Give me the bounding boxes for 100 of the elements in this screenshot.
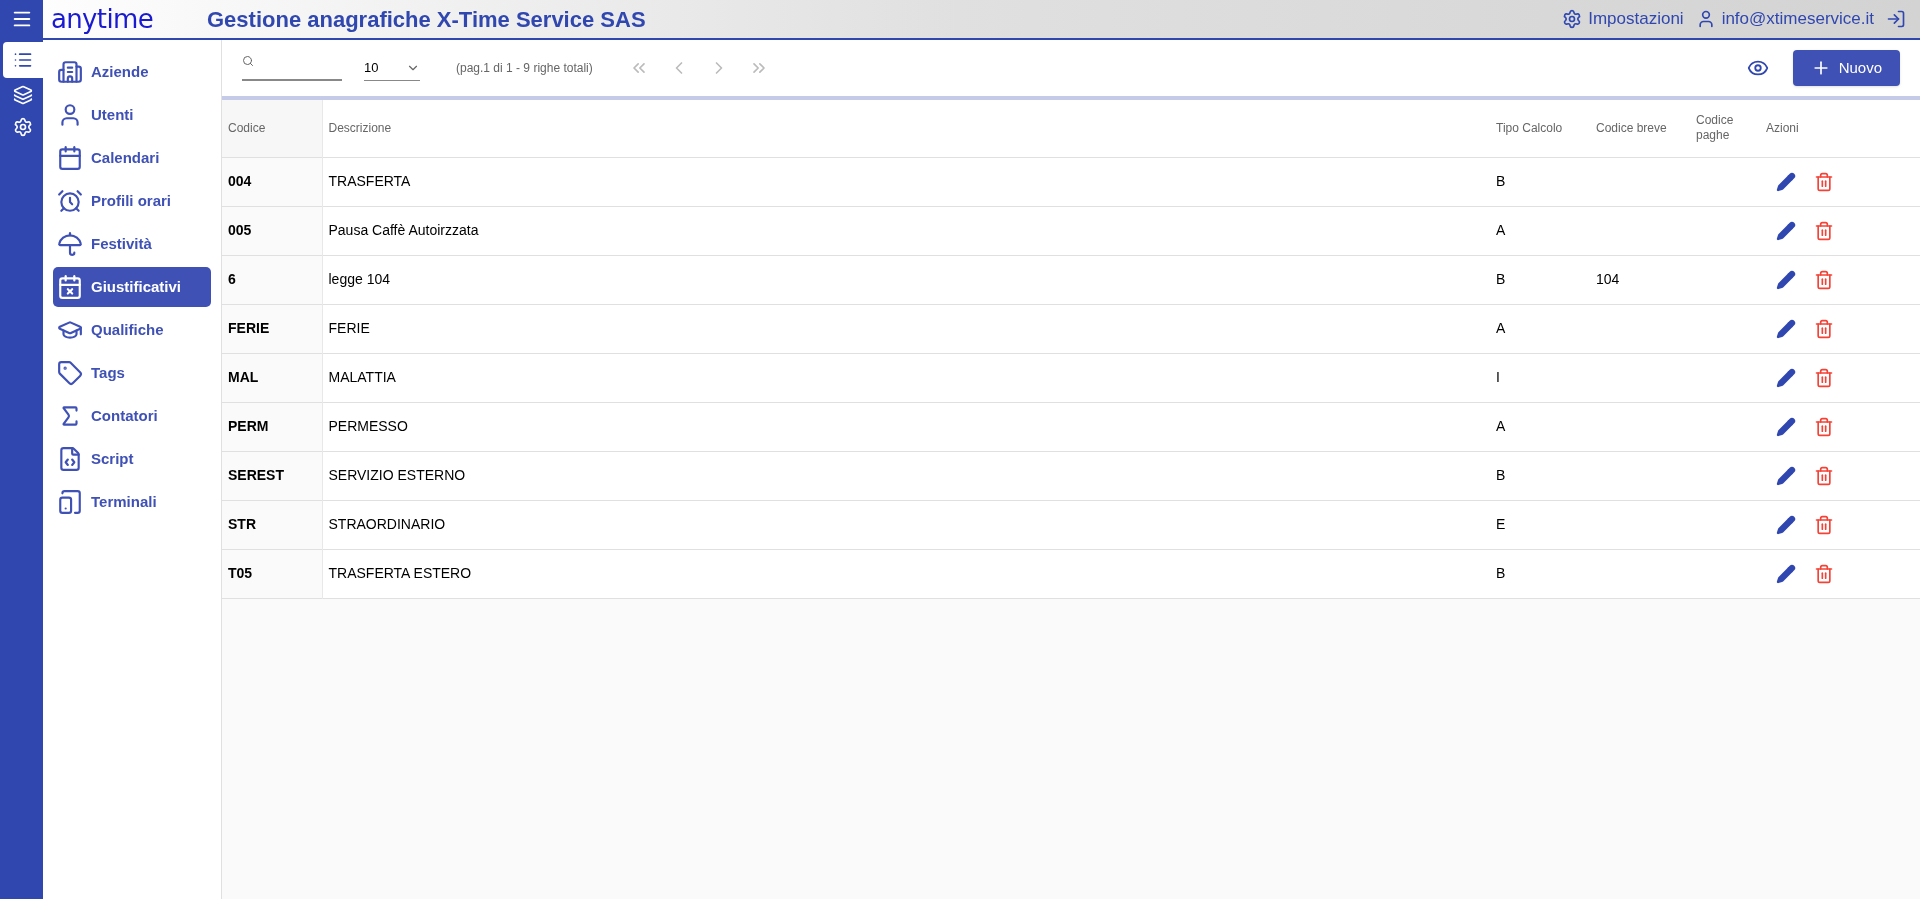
pencil-icon [1776, 465, 1796, 486]
table-cell: 005 [222, 206, 322, 255]
settings-icon [1562, 9, 1583, 29]
calendar-icon [57, 145, 83, 171]
table-cell: STR [222, 500, 322, 549]
table-cell: B [1490, 157, 1590, 206]
logout-icon [1886, 9, 1906, 29]
column-header: Tipo Calcolo [1490, 100, 1590, 157]
table-cell: B [1490, 549, 1590, 598]
column-header: Codice breve [1590, 100, 1690, 157]
delete-button[interactable] [1814, 269, 1834, 290]
delete-button[interactable] [1814, 514, 1834, 535]
umbrella-icon [57, 231, 83, 257]
table-cell: B [1490, 255, 1590, 304]
table-cell: STRAORDINARIO [322, 500, 1490, 549]
sidebar-item[interactable]: Utenti [53, 95, 211, 135]
sidebar-item[interactable]: Giustificativi [53, 267, 211, 307]
logo: anytime [51, 6, 151, 32]
edit-button[interactable] [1776, 171, 1796, 192]
sidebar-item[interactable]: Tags [53, 353, 211, 393]
table-cell: T05 [222, 549, 322, 598]
page-info: (pag.1 di 1 - 9 righe totali) [456, 60, 593, 77]
new-button[interactable]: Nuovo [1792, 50, 1900, 86]
search-field[interactable] [242, 55, 342, 81]
sidebar-item[interactable]: Profili orari [53, 181, 211, 221]
pencil-icon [1776, 318, 1796, 339]
sidebar-item[interactable]: Qualifiche [53, 310, 211, 350]
table-cell: A [1490, 206, 1590, 255]
trash-icon [1814, 171, 1834, 192]
column-header: Codice [222, 100, 322, 157]
search-icon [242, 55, 254, 67]
user-link[interactable]: info@xtimeservice.it [1695, 6, 1874, 32]
table-cell: TRASFERTA [322, 157, 1490, 206]
table-cell: PERMESSO [322, 402, 1490, 451]
table-cell: SEREST [222, 451, 322, 500]
alarm-clock-icon [57, 188, 83, 214]
settings-icon [13, 117, 33, 137]
list-rail-button[interactable] [3, 42, 43, 78]
trash-icon [1814, 465, 1834, 486]
table-cell: A [1490, 402, 1590, 451]
delete-button[interactable] [1814, 367, 1834, 388]
table-cell: MALATTIA [322, 353, 1490, 402]
edit-button[interactable] [1776, 416, 1796, 437]
page-title: Gestione anagrafiche X-Time Service SAS [207, 5, 646, 34]
pencil-icon [1776, 563, 1796, 584]
trash-icon [1814, 220, 1834, 241]
sidebar-item[interactable]: Calendari [53, 138, 211, 178]
calendar-x-icon [57, 274, 83, 300]
trash-icon [1814, 367, 1834, 388]
edit-button[interactable] [1776, 269, 1796, 290]
tag-icon [57, 360, 83, 386]
table-cell: SERVIZIO ESTERNO [322, 451, 1490, 500]
edit-button[interactable] [1776, 563, 1796, 584]
table-cell: FERIE [322, 304, 1490, 353]
trash-icon [1814, 318, 1834, 339]
pencil-icon [1776, 269, 1796, 290]
sidebar-item[interactable]: Contatori [53, 396, 211, 436]
code-icon [57, 446, 83, 472]
sidebar-item[interactable]: Script [53, 439, 211, 479]
settings-link[interactable]: Impostazioni [1562, 6, 1684, 32]
delete-button[interactable] [1814, 318, 1834, 339]
delete-button[interactable] [1814, 220, 1834, 241]
table-cell: B [1490, 451, 1590, 500]
column-header: Codice paghe [1690, 100, 1760, 157]
table-cell: FERIE [222, 304, 322, 353]
table-cell: 6 [222, 255, 322, 304]
table-cell: TRASFERTA ESTERO [322, 549, 1490, 598]
edit-button[interactable] [1776, 220, 1796, 241]
edit-button[interactable] [1776, 318, 1796, 339]
delete-button[interactable] [1814, 416, 1834, 437]
sidebar-item[interactable]: Terminali [53, 482, 211, 522]
sidebar-item[interactable]: Aziende [53, 52, 211, 92]
list-icon [13, 50, 33, 70]
table-cell: MAL [222, 353, 322, 402]
page-size-select[interactable]: 10 [364, 55, 420, 81]
pencil-icon [1776, 416, 1796, 437]
edit-button[interactable] [1776, 367, 1796, 388]
trash-icon [1814, 269, 1834, 290]
column-header: Descrizione [322, 100, 1490, 157]
table-cell: E [1490, 500, 1590, 549]
delete-button[interactable] [1814, 171, 1834, 192]
table-cell: 004 [222, 157, 322, 206]
delete-button[interactable] [1814, 465, 1834, 486]
trash-icon [1814, 563, 1834, 584]
table-cell: PERM [222, 402, 322, 451]
pencil-icon [1776, 367, 1796, 388]
sidebar-item[interactable]: Festività [53, 224, 211, 264]
table-cell: 104 [1590, 255, 1690, 304]
pencil-icon [1776, 514, 1796, 535]
table-cell: I [1490, 353, 1590, 402]
column-header: Azioni [1760, 100, 1920, 157]
delete-button[interactable] [1814, 563, 1834, 584]
pencil-icon [1776, 220, 1796, 241]
edit-button[interactable] [1776, 465, 1796, 486]
pencil-icon [1776, 171, 1796, 192]
trash-icon [1814, 514, 1834, 535]
logout-button[interactable] [1886, 9, 1906, 29]
table-cell: Pausa Caffè Autoirzzata [322, 206, 1490, 255]
trash-icon [1814, 416, 1834, 437]
edit-button[interactable] [1776, 514, 1796, 535]
